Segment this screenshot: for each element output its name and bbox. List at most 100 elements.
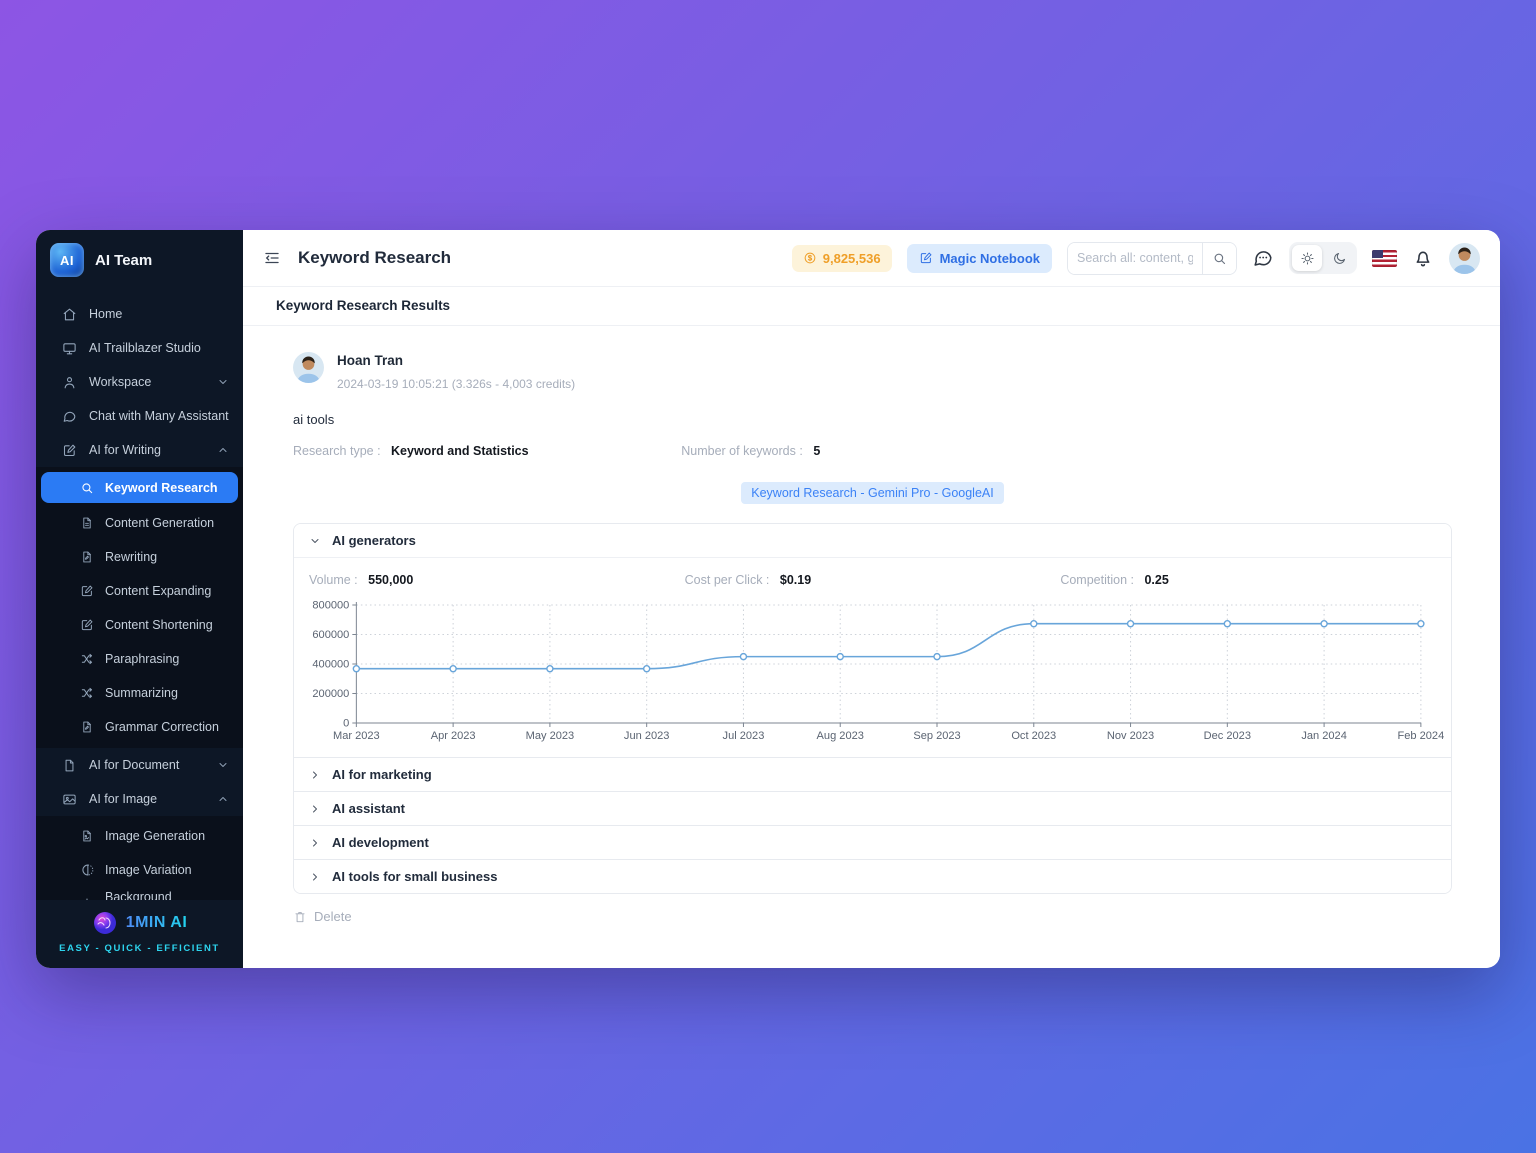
sidebar-item-grammar-correction[interactable]: Grammar Correction [36,710,243,744]
sidebar-nav: Home AI Trailblazer Studio Workspace Cha… [36,289,243,900]
accordion-title: AI for marketing [332,767,432,782]
notifications-bell-icon[interactable] [1412,247,1434,269]
app-logo-text: AI [60,253,74,268]
sidebar-item-workspace[interactable]: Workspace [36,365,243,399]
file-text-icon [80,516,94,530]
research-type: Research type : Keyword and Statistics [293,444,681,458]
competition-value: 0.25 [1144,573,1168,587]
sidebar-item-label: Content Generation [105,516,214,530]
sidebar-item-home[interactable]: Home [36,297,243,331]
accordion-title: AI development [332,835,429,850]
svg-text:800000: 800000 [312,600,349,612]
app-logo-icon: AI [50,243,84,277]
research-type-label: Research type : [293,444,381,458]
brand-name: 1MIN AI [126,914,188,932]
page-title: Keyword Research [298,248,451,268]
sidebar-item-content-generation[interactable]: Content Generation [36,506,243,540]
credits-badge[interactable]: 9,825,536 [792,245,892,272]
sidebar-item-summarizing[interactable]: Summarizing [36,676,243,710]
keywords-count-value: 5 [813,444,820,458]
main-header: Keyword Research 9,825,536 Magic Noteboo… [243,230,1500,287]
sidebar-item-ai-for-writing[interactable]: AI for Writing [36,433,243,467]
sidebar-item-chat-with-many-assistants[interactable]: Chat with Many Assistants [36,399,243,433]
sun-icon [1300,251,1315,266]
sidebar-item-label: Image Generation [105,829,205,843]
search-submit-icon[interactable] [1202,243,1236,274]
light-mode-button[interactable] [1292,245,1322,271]
svg-text:May 2023: May 2023 [526,730,575,742]
sidebar-item-image-generation[interactable]: Image Generation [36,819,243,853]
svg-text:Oct 2023: Oct 2023 [1011,730,1056,742]
delete-button[interactable]: Delete [293,909,352,924]
accordion-header-ai-assistant[interactable]: AI assistant [294,792,1451,825]
accordion-section-ai-development: AI development [294,825,1451,859]
svg-text:Feb 2024: Feb 2024 [1398,730,1445,742]
svg-text:Apr 2023: Apr 2023 [431,730,476,742]
user-avatar[interactable] [1449,243,1480,274]
sidebar-item-ai-for-document[interactable]: AI for Document [36,748,243,782]
svg-text:0: 0 [343,718,349,730]
moon-icon [1332,251,1347,266]
sidebar-item-paraphrasing[interactable]: Paraphrasing [36,642,243,676]
magic-notebook-label: Magic Notebook [940,251,1040,266]
global-search [1067,242,1237,275]
sidebar-item-ai-trailblazer-studio[interactable]: AI Trailblazer Studio [36,331,243,365]
sidebar-item-ai-for-image[interactable]: AI for Image [36,782,243,816]
sidebar-item-label: Summarizing [105,686,178,700]
sidebar: AI AI Team Home AI Trailblazer Studio Wo… [36,230,243,968]
monitor-icon [62,341,77,356]
cpc-label: Cost per Click : [685,573,770,587]
svg-text:Aug 2023: Aug 2023 [817,730,864,742]
search-input[interactable] [1068,243,1202,274]
sidebar-item-keyword-research[interactable]: Keyword Research [41,472,238,503]
chevron-up-icon [217,444,229,456]
accordion-section-ai-generators: AI generators Volume : 550,000 Cost per … [294,524,1451,757]
language-flag-us[interactable] [1372,250,1397,267]
volume-value: 550,000 [368,573,413,587]
feedback-chat-icon[interactable] [1252,247,1274,269]
edit-square-icon [80,584,94,598]
accordion-section-ai-tools-for-small-business: AI tools for small business [294,859,1451,893]
competition-stat: Competition : 0.25 [1060,573,1436,587]
research-meta-row: Research type : Keyword and Statistics N… [293,444,1452,458]
result-timestamp: 2024-03-19 10:05:21 (3.326s - 4,003 cred… [337,377,575,391]
coin-icon [803,251,817,265]
magic-notebook-button[interactable]: Magic Notebook [907,244,1052,273]
research-type-value: Keyword and Statistics [391,444,529,458]
accordion-header-ai-generators[interactable]: AI generators [294,524,1451,557]
accordion-header-ai-for-marketing[interactable]: AI for marketing [294,758,1451,791]
chevron-down-icon [309,535,321,547]
sidebar-item-content-expanding[interactable]: Content Expanding [36,574,243,608]
dark-mode-button[interactable] [1324,245,1354,271]
collapse-sidebar-icon[interactable] [263,249,281,267]
sidebar-item-label: Rewriting [105,550,157,564]
sidebar-item-label: Home [89,307,229,321]
svg-text:Sep 2023: Sep 2023 [913,730,960,742]
search-icon [80,481,94,495]
sidebar-item-label: AI Trailblazer Studio [89,341,229,355]
accordion-header-ai-tools-for-small-business[interactable]: AI tools for small business [294,860,1451,893]
shuffle-arrows-icon [80,652,94,666]
cpc-value: $0.19 [780,573,811,587]
shuffle-arrows-icon [80,686,94,700]
result-author-row: Hoan Tran 2024-03-19 10:05:21 (3.326s - … [293,352,1452,391]
svg-text:Nov 2023: Nov 2023 [1107,730,1154,742]
chevron-down-icon [217,376,229,388]
sidebar-item-label: AI for Document [89,758,205,772]
sidebar-item-image-variation[interactable]: Image Variation [36,853,243,887]
image-icon [62,792,77,807]
edit-square-icon [80,618,94,632]
half-circle-icon [80,863,94,877]
sidebar-item-background-replacement[interactable]: Background Replacement [36,887,243,900]
keyword-stats-row: Volume : 550,000 Cost per Click : $0.19 … [294,558,1451,589]
accordion-header-ai-development[interactable]: AI development [294,826,1451,859]
sidebar-item-label: Keyword Research [105,481,218,495]
sidebar-item-label: AI for Writing [89,443,205,457]
sidebar-item-content-shortening[interactable]: Content Shortening [36,608,243,642]
svg-text:Jan 2024: Jan 2024 [1301,730,1346,742]
volume-stat: Volume : 550,000 [309,573,685,587]
delete-label: Delete [314,909,352,924]
sidebar-item-rewriting[interactable]: Rewriting [36,540,243,574]
app-logo-row[interactable]: AI AI Team [36,230,243,289]
sidebar-item-label: AI for Image [89,792,205,806]
